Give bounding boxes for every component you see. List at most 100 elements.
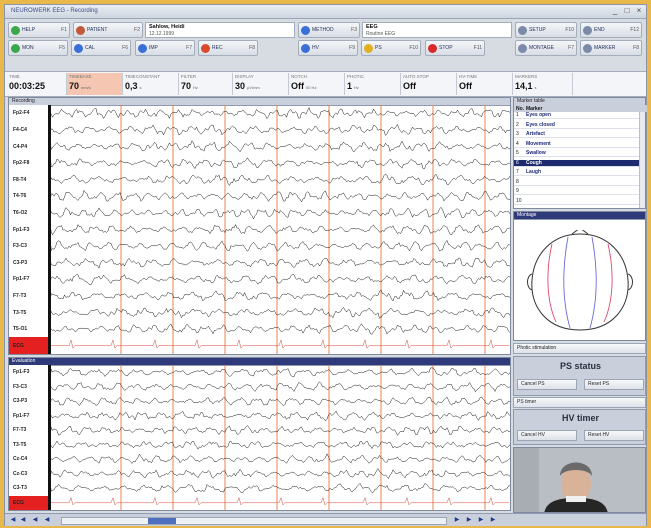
channel-label: Cz-C3 bbox=[13, 470, 28, 477]
cancel-ps-button[interactable]: Cancel PS bbox=[517, 379, 577, 390]
timeline-scrollbar[interactable] bbox=[61, 517, 447, 525]
channel-label: Fp1-F7 bbox=[13, 276, 30, 283]
param-label: DISPLAY bbox=[235, 74, 254, 79]
first-page-icon[interactable]: ◀ bbox=[9, 516, 17, 524]
method-info: EEG Routine EEG bbox=[362, 22, 512, 38]
minimize-button[interactable]: _ bbox=[610, 6, 620, 16]
reset-hv-button[interactable]: Reset HV bbox=[584, 430, 644, 441]
method-icon bbox=[301, 26, 310, 35]
help-icon bbox=[11, 26, 20, 35]
head-diagram[interactable] bbox=[522, 230, 638, 334]
param-value: Off bbox=[403, 81, 416, 91]
next-icon[interactable]: ▶ bbox=[453, 516, 461, 524]
toolbar-montage-button[interactable]: MONTAGE F7 bbox=[515, 40, 577, 56]
rewind-icon[interactable]: ◀ bbox=[19, 516, 27, 524]
montage-key: F7 bbox=[568, 45, 574, 51]
param-markers[interactable]: MARKERS 14,1 s bbox=[513, 73, 573, 95]
ps-label: PS bbox=[375, 45, 382, 51]
param-timeconstant[interactable]: TIMECONSTANT 0,3 s bbox=[123, 73, 179, 95]
marker-row[interactable]: 4 Movement bbox=[514, 141, 642, 148]
marker-row[interactable]: 9 bbox=[514, 188, 642, 196]
marker-row[interactable]: 7 Laugh bbox=[514, 169, 642, 177]
eeg-trace bbox=[51, 223, 510, 236]
channel-label: Fp1-F7 bbox=[13, 412, 30, 419]
param-photic[interactable]: PHOTIC 1 Hz bbox=[345, 73, 401, 95]
prev-icon[interactable]: ◀ bbox=[43, 516, 51, 524]
channel-label: C4-P4 bbox=[13, 143, 28, 150]
marker-row[interactable]: 2 Eyes closed bbox=[514, 122, 642, 129]
cancel-hv-button[interactable]: Cancel HV bbox=[517, 430, 577, 441]
hv-label: HV bbox=[312, 45, 319, 51]
param-timebase[interactable]: TIMEBASE 70 mm/s bbox=[67, 73, 123, 95]
photic-stimulation-button[interactable]: Photic stimulation bbox=[513, 343, 646, 354]
marker-table-header: No. Marker bbox=[514, 105, 647, 112]
param-value: 0,3 s bbox=[125, 81, 142, 91]
toolbar-cal-button[interactable]: CAL F6 bbox=[71, 40, 131, 56]
toolbar-hv-button[interactable]: HV F9 bbox=[298, 40, 358, 56]
help-label: HELP bbox=[22, 27, 36, 33]
parameter-bar: TIME 00:03:25 TIMEBASE 70 mm/s TIMECONSTANT 0,… bbox=[5, 71, 646, 97]
eeg-trace bbox=[51, 157, 510, 170]
param-notch[interactable]: NOTCH Off 50 Hz bbox=[289, 73, 345, 95]
toolbar-rec-button[interactable]: REC F8 bbox=[198, 40, 258, 56]
param-label: AUTO STOP bbox=[403, 74, 429, 79]
montage-title: Montage bbox=[514, 212, 645, 220]
marker-row[interactable]: 8 bbox=[514, 179, 642, 186]
toolbar-imp-button[interactable]: IMP F7 bbox=[135, 40, 195, 56]
param-label: TIMECONSTANT bbox=[125, 74, 161, 79]
ps-timer-button[interactable]: PS timer bbox=[513, 397, 646, 408]
eeg-trace bbox=[51, 482, 510, 494]
reset-ps-button[interactable]: Reset PS bbox=[584, 379, 644, 390]
toolbar-mon-button[interactable]: MON F5 bbox=[8, 40, 68, 56]
patient-button[interactable]: PATIENT F2 bbox=[73, 22, 143, 38]
navigation-bar: ◀ ◀ ◀ ◀ ▶ ▶ ▶ ▶ bbox=[5, 513, 646, 526]
marker-scrollbar[interactable] bbox=[639, 112, 645, 208]
patient-icon bbox=[76, 26, 85, 35]
param-auto-stop[interactable]: AUTO STOP Off bbox=[401, 73, 457, 95]
param-display[interactable]: DISPLAY 30 µV/mm bbox=[233, 73, 289, 95]
marker-row[interactable]: 3 Artefact bbox=[514, 131, 642, 139]
toolbar-stop-button[interactable]: STOP F11 bbox=[425, 40, 485, 56]
eeg-trace bbox=[51, 257, 510, 269]
mon-label: MON bbox=[22, 45, 34, 51]
channel-label: F4-C4 bbox=[13, 126, 27, 133]
method-name: EEG bbox=[366, 24, 378, 30]
ecg-trace bbox=[51, 339, 509, 349]
eeg-trace bbox=[51, 381, 510, 393]
eeg-trace bbox=[51, 396, 510, 406]
marker-row[interactable]: 6 Cough bbox=[514, 159, 642, 167]
help-button[interactable]: HELP F1 bbox=[8, 22, 70, 38]
toolbar-ps-button[interactable]: PS F10 bbox=[361, 40, 421, 56]
evaluation-pane: Evaluation Fp1-F3 F3-C3 C3-P3 Fp1-F7 F7-T3 T3… bbox=[8, 357, 511, 511]
param-value: 70 mm/s bbox=[69, 81, 91, 91]
hv-icon bbox=[301, 44, 310, 53]
param-filter[interactable]: FILTER 70 Hz bbox=[179, 73, 233, 95]
recording-traces[interactable] bbox=[51, 105, 510, 354]
evaluation-traces[interactable] bbox=[51, 365, 510, 510]
marker-row[interactable]: 5 Swallow bbox=[514, 150, 642, 158]
recording-channel-labels: Fp2-F4 F4-C4 C4-P4 Fp2-F8 F8-T4 T4-T6 T6-O2 Fp1… bbox=[9, 105, 51, 354]
montage-icon bbox=[518, 44, 527, 53]
marker-table-panel: Marker table No. Marker 1 Eyes open 2 Eyes … bbox=[513, 97, 647, 209]
marker-row[interactable]: 10 bbox=[514, 198, 642, 205]
step-back-icon[interactable]: ◀ bbox=[31, 516, 39, 524]
setup-button[interactable]: SETUP F10 bbox=[515, 22, 577, 38]
toolbar-marker-button[interactable]: MARKER F8 bbox=[580, 40, 642, 56]
end-key: F12 bbox=[630, 27, 639, 33]
timeline-thumb[interactable] bbox=[148, 518, 176, 524]
eeg-trace bbox=[51, 123, 510, 136]
last-page-icon[interactable]: ▶ bbox=[489, 516, 497, 524]
ps-key: F10 bbox=[409, 45, 418, 51]
param-hv-time[interactable]: HV-TIME Off bbox=[457, 73, 513, 95]
marker-row[interactable]: 1 Eyes open bbox=[514, 112, 642, 120]
close-button[interactable]: × bbox=[634, 6, 644, 16]
param-time[interactable]: TIME 00:03:25 bbox=[7, 73, 67, 95]
photic-label: Photic stimulation bbox=[517, 345, 557, 351]
patient-info: Sahlow, Heidi 12.12.1999 bbox=[145, 22, 295, 38]
end-button[interactable]: END F12 bbox=[580, 22, 642, 38]
forward-icon[interactable]: ▶ bbox=[477, 516, 485, 524]
method-label: METHOD bbox=[312, 27, 334, 33]
method-button[interactable]: METHOD F3 bbox=[298, 22, 360, 38]
maximize-button[interactable]: □ bbox=[622, 6, 632, 16]
step-forward-icon[interactable]: ▶ bbox=[465, 516, 473, 524]
